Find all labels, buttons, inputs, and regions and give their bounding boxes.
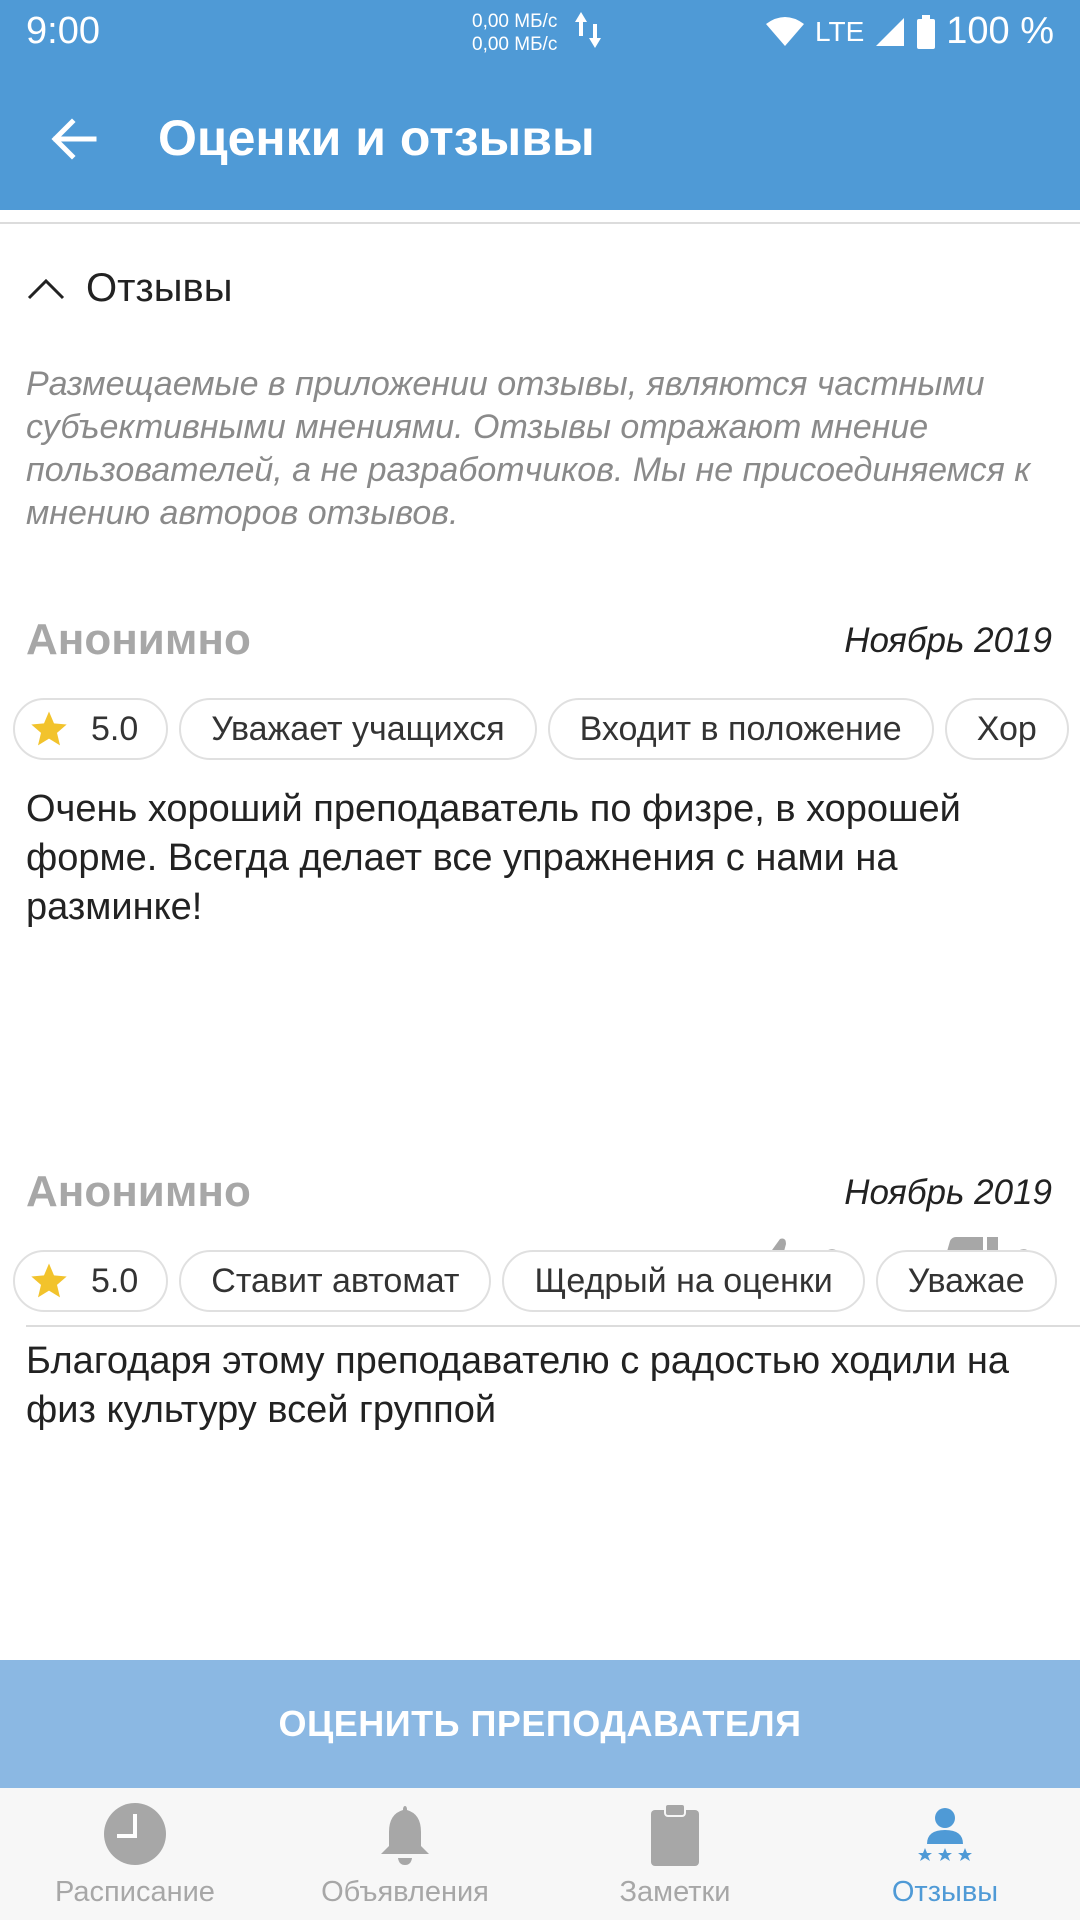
reviews-content[interactable]: Отзывы Размещаемые в приложении отзывы, …: [0, 210, 1080, 1660]
clock-icon: [104, 1803, 166, 1865]
nav-label: Расписание: [55, 1876, 215, 1908]
network-type: LTE: [814, 15, 865, 47]
divider: [0, 222, 1080, 224]
review-text: Благодаря этому преподавателю с радостью…: [26, 1340, 1009, 1431]
wifi-icon: [765, 16, 804, 46]
tag-chip: Уважает учащихся: [179, 698, 537, 760]
nav-item-notes[interactable]: Заметки: [540, 1788, 810, 1920]
tag-chip: Ставит автомат: [179, 1250, 492, 1312]
review-tags[interactable]: 5.0 Уважает учащихся Входит в положение …: [13, 698, 1069, 760]
star-icon: [31, 711, 67, 746]
review-author: Анонимно: [26, 615, 251, 664]
battery-level: 100 %: [946, 10, 1054, 52]
star-icon: [31, 1263, 67, 1298]
tag-chip: Уважае: [875, 1250, 1057, 1312]
review-tags[interactable]: 5.0 Ставит автомат Щедрый на оценки Уваж…: [13, 1250, 1057, 1312]
arrow-left-icon[interactable]: [46, 112, 100, 166]
rating-chip: 5.0: [13, 1250, 169, 1312]
net-down-speed: 0,00 МБ/с: [472, 34, 558, 55]
nav-label: Заметки: [619, 1876, 731, 1908]
status-time: 9:00: [26, 10, 100, 52]
clipboard-icon: [651, 1803, 699, 1866]
rating-value: 5.0: [91, 709, 139, 748]
bell-icon: [381, 1806, 429, 1865]
tag-chip: Хор: [944, 698, 1069, 760]
section-title: Отзывы: [86, 266, 233, 310]
rate-teacher-button[interactable]: ОЦЕНИТЬ ПРЕПОДАВАТЕЛЯ: [0, 1660, 1080, 1788]
reviews-section-toggle[interactable]: Отзывы: [26, 266, 233, 311]
network-speed: 0,00 МБ/с 0,00 МБ/с: [472, 10, 557, 56]
nav-item-schedule[interactable]: Расписание: [0, 1788, 270, 1920]
bottom-navigation: Расписание Объявления Заметки Отзывы: [0, 1788, 1080, 1920]
chevron-up-icon: [27, 278, 65, 299]
person-stars-icon: [918, 1808, 972, 1861]
status-right: LTE 100 %: [765, 10, 1054, 53]
review-text: Очень хороший преподаватель по физре, в …: [26, 788, 961, 928]
nav-label: Отзывы: [891, 1876, 999, 1908]
data-transfer-icon: [575, 12, 601, 48]
page-title: Оценки и отзывы: [158, 110, 595, 166]
disclaimer-text: Размещаемые в приложении отзывы, являютс…: [26, 365, 1031, 532]
status-bar: 9:00 0,00 МБ/с 0,00 МБ/с LTE 100 %: [0, 0, 1080, 62]
review-divider: [26, 1325, 1080, 1327]
rating-chip: 5.0: [13, 698, 169, 760]
signal-icon: [876, 17, 905, 46]
app-header: 9:00 0,00 МБ/с 0,00 МБ/с LTE 100 % Оценк…: [0, 0, 1080, 210]
rating-value: 5.0: [91, 1261, 139, 1300]
review-author: Анонимно: [26, 1167, 251, 1216]
review-date: Ноябрь 2019: [844, 1173, 1052, 1212]
tag-chip: Входит в положение: [547, 698, 934, 760]
nav-item-reviews[interactable]: Отзывы: [810, 1788, 1080, 1920]
net-up-speed: 0,00 МБ/с: [472, 11, 558, 32]
nav-label: Объявления: [321, 1876, 489, 1908]
battery-icon: [917, 14, 936, 49]
nav-item-announcements[interactable]: Объявления: [270, 1788, 540, 1920]
review-date: Ноябрь 2019: [844, 621, 1052, 660]
tag-chip: Щедрый на оценки: [502, 1250, 865, 1312]
